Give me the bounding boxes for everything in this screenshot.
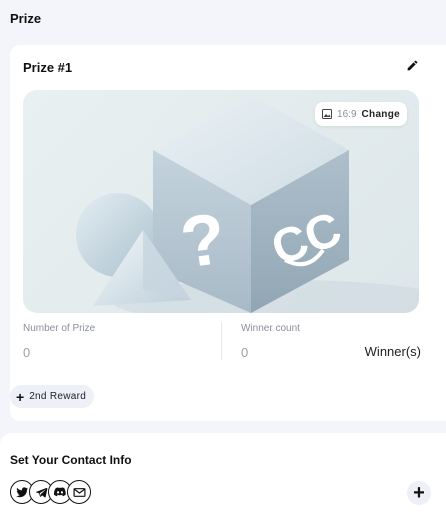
winner-count-label: Winner count xyxy=(241,323,300,334)
contact-title: Set Your Contact Info xyxy=(10,453,132,467)
aspect-ratio-pill: 16:9 Change xyxy=(315,102,407,126)
social-icons xyxy=(10,480,91,504)
add-2nd-reward-button[interactable]: + 2nd Reward xyxy=(10,385,95,408)
field-divider xyxy=(221,322,222,360)
winner-count-input[interactable]: 0 xyxy=(241,345,248,360)
number-of-prize-label: Number of Prize xyxy=(23,323,96,334)
add-contact-button[interactable]: + xyxy=(407,481,431,505)
prize-title: Prize #1 xyxy=(23,60,73,75)
aspect-ratio-label: 16:9 xyxy=(337,108,357,120)
section-title: Prize xyxy=(10,11,42,26)
contact-card: Set Your Contact Info + xyxy=(0,433,446,524)
winner-unit-label: Winner(s) xyxy=(364,344,421,359)
add-reward-label: 2nd Reward xyxy=(29,391,87,402)
prize-card: Prize #1 ? CC 16:9 Change Number of Priz… xyxy=(10,45,446,421)
prize-image[interactable]: ? CC 16:9 Change xyxy=(23,90,419,313)
number-of-prize-field[interactable]: Number of Prize 0 xyxy=(23,323,221,363)
edit-icon[interactable] xyxy=(404,57,420,73)
change-image-button[interactable]: Change xyxy=(362,109,400,120)
number-of-prize-input[interactable]: 0 xyxy=(23,345,30,360)
winner-count-field[interactable]: Winner count 0 Winner(s) xyxy=(241,323,421,363)
image-icon xyxy=(322,109,333,119)
email-icon[interactable] xyxy=(67,480,91,504)
plus-icon: + xyxy=(16,388,25,405)
